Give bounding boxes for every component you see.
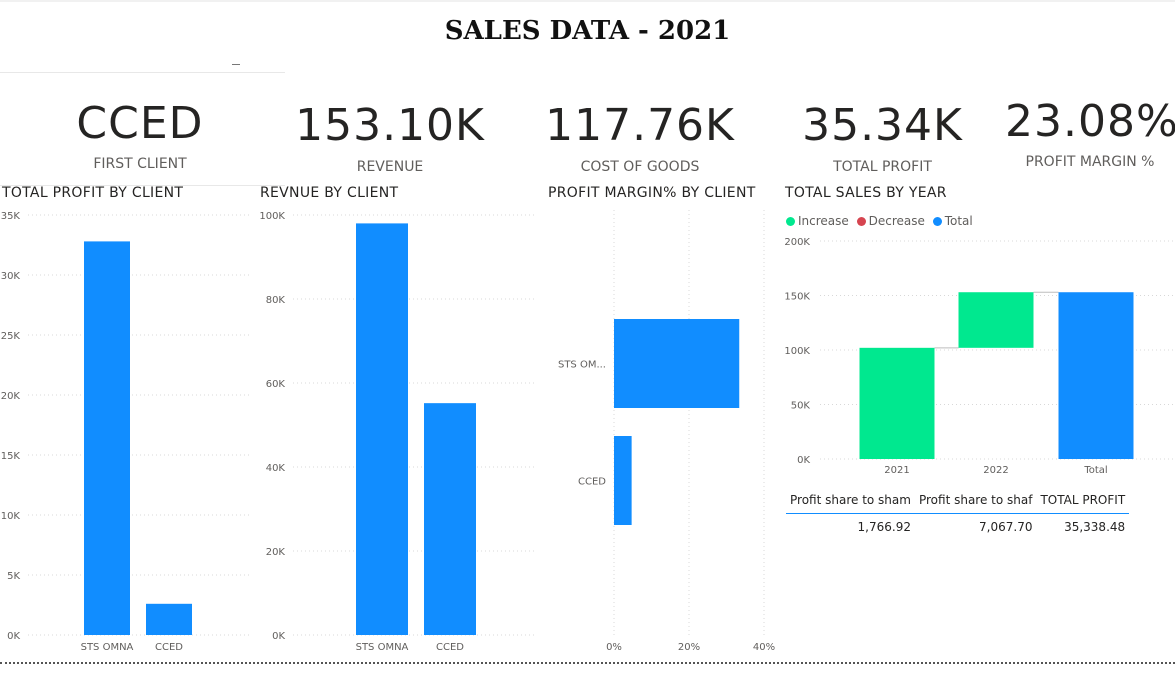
y-tick-label: 35K [1, 211, 21, 222]
x-tick-label: Total [1083, 465, 1107, 476]
x-tick-label: 20% [678, 642, 700, 653]
y-tick-label: 40K [266, 463, 286, 474]
y-tick-label: 25K [1, 331, 21, 342]
top-border [0, 0, 1175, 2]
kpi-revenue-label: REVENUE [356, 159, 424, 175]
x-tick-label: 0% [606, 642, 622, 653]
legend-total-label: Total [944, 214, 973, 228]
y-tick-label: 50K [791, 401, 811, 412]
x-tick-label: 2022 [983, 465, 1008, 476]
kpi-total-profit-value: 35.34K [802, 100, 963, 151]
kpi-profit-margin-value: 23.08% [1005, 96, 1175, 147]
bar[interactable] [146, 603, 192, 635]
profit-share-table: Profit share to sham Profit share to sha… [786, 493, 1130, 534]
bar[interactable] [84, 241, 130, 635]
y-tick-label: 150K [784, 292, 810, 303]
waterfall-legend: Increase Decrease Total [786, 214, 977, 228]
profit-margin-by-client-chart[interactable]: 0% 20% 40% STS OM... CCED [540, 200, 780, 660]
table-row: 1,766.92 7,067.70 35,338.48 [786, 514, 1129, 534]
kpi-cost-of-goods-label: COST OF GOODS [580, 159, 700, 175]
legend-increase-label: Increase [798, 214, 849, 228]
bottom-separator [0, 662, 1175, 664]
increase-dot-icon [786, 217, 795, 226]
table-cell: 1,766.92 [857, 520, 911, 534]
y-tick-label: 0K [7, 631, 20, 642]
y-tick-label: 30K [1, 271, 21, 282]
legend-total[interactable]: Total [932, 214, 973, 228]
table-header[interactable]: TOTAL PROFIT [1036, 493, 1130, 514]
kpi-cost-of-goods-value: 117.76K [545, 100, 735, 151]
total-dot-icon [932, 217, 942, 226]
sales-by-year-waterfall-chart[interactable]: 0K 50K 100K 150K 200K 2021 2022 Total [780, 230, 1175, 480]
decrease-dot-icon [856, 217, 866, 226]
chart-title-sales-by-year: TOTAL SALES BY YEAR [785, 185, 947, 201]
collapse-dash-icon[interactable] [232, 64, 240, 65]
y-tick-label: 0K [797, 455, 810, 466]
profit-by-client-chart[interactable]: 0K 5K 10K 15K 20K 25K 30K 35K STS OMNA CCED [0, 200, 255, 660]
revenue-by-client-chart[interactable]: 0K 20K 40K 60K 80K 100K STS OMNA CCED [255, 200, 540, 660]
x-tick-label: 2021 [884, 465, 909, 476]
table-cell: 35,338.48 [1064, 520, 1126, 534]
kpi-revenue-value: 153.10K [295, 100, 485, 151]
y-tick-label: 20K [266, 547, 286, 558]
y-tick-label: 15K [1, 451, 21, 462]
page-title: SALES DATA - 2021 [444, 16, 731, 46]
waterfall-bar[interactable] [958, 292, 1034, 348]
y-tick-label: 10K [1, 511, 21, 522]
y-tick-label: 100K [259, 211, 285, 222]
chart-title-profit-margin-by-client: PROFIT MARGIN% BY CLIENT [548, 185, 756, 201]
kpi-first-client-label: FIRST CLIENT [93, 156, 187, 172]
y-tick-label: CCED [578, 477, 606, 488]
chart-title-revenue-by-client: REVNUE BY CLIENT [260, 185, 399, 201]
kpi-profit-margin-label: PROFIT MARGIN % [1025, 154, 1155, 170]
x-tick-label: STS OMNA [356, 642, 409, 653]
chart-title-profit-by-client: TOTAL PROFIT BY CLIENT [2, 185, 184, 201]
y-tick-label: 100K [784, 346, 810, 357]
table-header[interactable]: Profit share to shaf [914, 493, 1037, 514]
legend-decrease-label: Decrease [868, 214, 925, 228]
y-tick-label: 5K [7, 571, 20, 582]
bar[interactable] [356, 223, 408, 635]
table-header-row: Profit share to sham Profit share to sha… [786, 493, 1130, 514]
legend-decrease[interactable]: Decrease [856, 214, 925, 228]
y-tick-label: 60K [266, 379, 286, 390]
x-tick-label: CCED [155, 642, 183, 653]
y-tick-label: 0K [272, 631, 285, 642]
legend-increase[interactable]: Increase [786, 214, 849, 228]
y-tick-label: STS OM... [558, 360, 606, 371]
waterfall-bar[interactable] [1058, 292, 1134, 459]
x-tick-label: STS OMNA [81, 642, 134, 653]
bar[interactable] [614, 436, 632, 525]
y-tick-label: 80K [266, 295, 286, 306]
waterfall-bar[interactable] [859, 347, 935, 459]
x-tick-label: 40% [753, 642, 775, 653]
y-tick-label: 200K [784, 237, 810, 248]
table-cell: 7,067.70 [979, 520, 1033, 534]
kpi-first-client-value: CCED [76, 98, 204, 149]
bar[interactable] [424, 403, 476, 635]
bar[interactable] [614, 319, 740, 408]
table-header[interactable]: Profit share to sham [786, 493, 915, 514]
y-tick-label: 20K [1, 391, 21, 402]
kpi-total-profit-label: TOTAL PROFIT [833, 159, 932, 175]
x-tick-label: CCED [436, 642, 464, 653]
